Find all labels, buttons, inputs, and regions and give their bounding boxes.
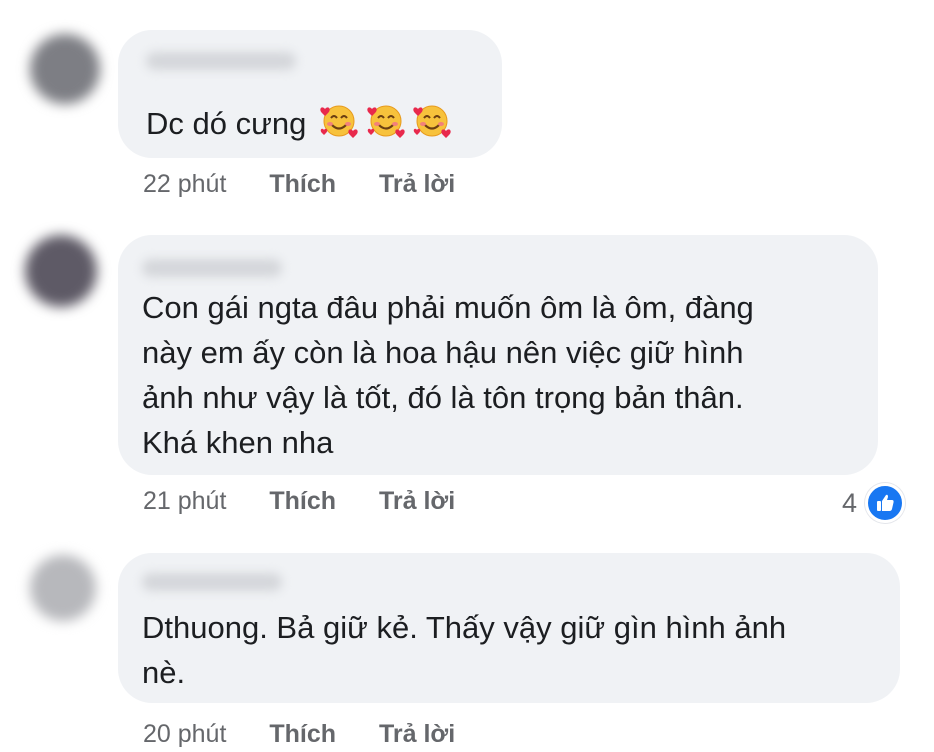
smiling-face-with-hearts-icon xyxy=(366,100,406,152)
comment-bubble: Dthuong. Bả giữ kẻ. Thấy vậy giữ gìn hìn… xyxy=(118,553,900,703)
comment-text-line: Khá khen nha xyxy=(142,425,334,460)
reply-link[interactable]: Trả lời xyxy=(379,170,455,198)
like-link[interactable]: Thích xyxy=(269,487,336,515)
comment-text-line: ảnh như vậy là tốt, đó là tôn trọng bản … xyxy=(142,380,744,415)
comment-meta: 22 phút Thích Trả lời xyxy=(143,170,455,199)
comment-item: Con gái ngta đâu phải muốn ôm là ôm, đàn… xyxy=(0,215,934,535)
comment-text-line: nè. xyxy=(142,655,186,690)
reply-link[interactable]: Trả lời xyxy=(379,720,455,748)
avatar[interactable] xyxy=(30,555,96,621)
reply-link[interactable]: Trả lời xyxy=(379,487,455,515)
like-link[interactable]: Thích xyxy=(269,720,336,748)
like-link[interactable]: Thích xyxy=(269,170,336,198)
comment-text: Con gái ngta đâu phải muốn ôm là ôm, đàn… xyxy=(142,285,754,465)
comment-meta: 20 phút Thích Trả lời xyxy=(143,720,455,749)
avatar[interactable] xyxy=(30,34,100,104)
comment-text-line: Dc dó cưng xyxy=(146,106,307,142)
avatar[interactable] xyxy=(25,235,97,307)
comment-bubble: Dc dó cưng xyxy=(118,30,502,158)
comment-text-line: Dthuong. Bả giữ kẻ. Thấy vậy giữ gìn hìn… xyxy=(142,610,787,645)
author-name[interactable] xyxy=(142,259,282,277)
comment-time[interactable]: 21 phút xyxy=(143,487,226,515)
reaction-summary[interactable]: 4 xyxy=(842,483,906,523)
author-name[interactable] xyxy=(142,573,282,591)
comment-thread: Dc dó cưng 22 phút Thích Trả lời Con gái… xyxy=(0,0,934,752)
comment-text: Dthuong. Bả giữ kẻ. Thấy vậy giữ gìn hìn… xyxy=(142,605,786,695)
comment-time[interactable]: 22 phút xyxy=(143,170,226,198)
comment-meta: 21 phút Thích Trả lời xyxy=(143,487,455,516)
comment-item: Dthuong. Bả giữ kẻ. Thấy vậy giữ gìn hìn… xyxy=(0,535,934,752)
smiling-face-with-hearts-icon xyxy=(412,100,452,152)
author-name[interactable] xyxy=(146,52,296,70)
comment-text-line: này em ấy còn là hoa hậu nên việc giữ hì… xyxy=(142,335,744,370)
comment-text: Dc dó cưng xyxy=(146,100,452,152)
reaction-count: 4 xyxy=(842,487,858,518)
comment-item: Dc dó cưng 22 phút Thích Trả lời xyxy=(0,0,934,215)
comment-bubble: Con gái ngta đâu phải muốn ôm là ôm, đàn… xyxy=(118,235,878,475)
smiling-face-with-hearts-icon xyxy=(319,100,359,152)
like-icon xyxy=(865,483,906,523)
comment-time[interactable]: 20 phút xyxy=(143,720,226,748)
comment-text-line: Con gái ngta đâu phải muốn ôm là ôm, đàn… xyxy=(142,290,754,325)
